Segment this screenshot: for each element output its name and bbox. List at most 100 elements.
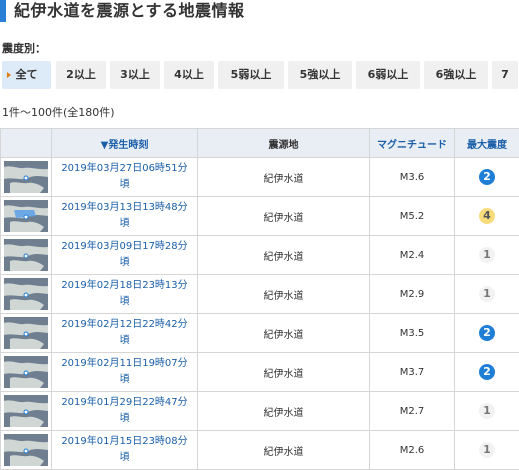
tab-label: 6強以上 [436, 68, 477, 81]
time-link[interactable]: 2019年02月11日19時07分頃 [61, 356, 189, 388]
magnitude-cell: M2.6 [370, 431, 455, 470]
intensity-badge: 1 [479, 442, 495, 458]
magnitude-cell: M3.6 [370, 158, 455, 197]
place-cell: 紀伊水道 [198, 236, 370, 275]
tab-2-plus[interactable]: 2以上 [56, 61, 106, 89]
intensity-filter-label: 震度別： [2, 40, 46, 56]
map-cell[interactable] [1, 158, 52, 197]
time-cell[interactable]: 2019年01月29日22時47分頃 [52, 392, 198, 431]
table-row[interactable]: 2019年01月29日22時47分頃 紀伊水道 M2.7 1 [1, 392, 519, 431]
magnitude-cell: M3.5 [370, 314, 455, 353]
tab-5-lower-plus[interactable]: 5弱以上 [218, 61, 284, 89]
epicenter-map-icon [4, 317, 48, 349]
table-header-row: ▼発生時刻 震源地 マグニチュード 最大震度 [1, 129, 519, 158]
time-cell[interactable]: 2019年02月11日19時07分頃 [52, 353, 198, 392]
tab-label: 5弱以上 [231, 68, 272, 81]
tab-6-lower-plus[interactable]: 6弱以上 [356, 61, 420, 89]
time-link[interactable]: 2019年03月09日17時28分頃 [61, 239, 189, 271]
time-column-header[interactable]: ▼発生時刻 [52, 129, 198, 158]
tab-3-plus[interactable]: 3以上 [110, 61, 160, 89]
intensity-cell: 1 [455, 275, 519, 314]
epicenter-map-icon [4, 161, 48, 193]
place-column-header: 震源地 [198, 129, 370, 158]
time-cell[interactable]: 2019年03月09日17時28分頃 [52, 236, 198, 275]
epicenter-map-icon [4, 200, 48, 232]
map-cell[interactable] [1, 236, 52, 275]
intensity-column-header[interactable]: 最大震度 [455, 129, 519, 158]
epicenter-map-icon [4, 278, 48, 310]
intensity-cell: 4 [455, 197, 519, 236]
map-cell[interactable] [1, 314, 52, 353]
intensity-cell: 2 [455, 158, 519, 197]
intensity-badge: 1 [479, 403, 495, 419]
place-cell: 紀伊水道 [198, 197, 370, 236]
intensity-cell: 1 [455, 392, 519, 431]
epicenter-map-icon [4, 395, 48, 427]
time-cell[interactable]: 2019年02月18日23時13分頃 [52, 275, 198, 314]
intensity-badge: 2 [479, 169, 495, 185]
place-cell: 紀伊水道 [198, 314, 370, 353]
place-cell: 紀伊水道 [198, 275, 370, 314]
magnitude-cell: M3.7 [370, 353, 455, 392]
intensity-badge: 1 [479, 247, 495, 263]
intensity-badge: 4 [479, 208, 495, 224]
epicenter-map-icon [4, 356, 48, 388]
intensity-badge: 2 [479, 364, 495, 380]
tab-all[interactable]: 全て [2, 61, 51, 89]
earthquake-table: ▼発生時刻 震源地 マグニチュード 最大震度 2019年03月27日06時51分… [0, 128, 519, 470]
table-row[interactable]: 2019年03月13日13時48分頃 紀伊水道 M5.2 4 [1, 197, 519, 236]
result-count: 1件～100件(全180件) [2, 104, 115, 120]
map-cell[interactable] [1, 431, 52, 470]
table-row[interactable]: 2019年02月18日23時13分頃 紀伊水道 M2.9 1 [1, 275, 519, 314]
tab-label: 6弱以上 [368, 68, 409, 81]
table-row[interactable]: 2019年02月12日22時42分頃 紀伊水道 M3.5 2 [1, 314, 519, 353]
time-link[interactable]: 2019年02月18日23時13分頃 [61, 278, 189, 310]
intensity-badge: 1 [479, 286, 495, 302]
page-title: 紀伊水道を震源とする地震情報 [14, 0, 245, 21]
table-row[interactable]: 2019年02月11日19時07分頃 紀伊水道 M3.7 2 [1, 353, 519, 392]
map-cell[interactable] [1, 392, 52, 431]
page-header: 紀伊水道を震源とする地震情報 [0, 0, 519, 22]
time-link[interactable]: 2019年01月15日23時08分頃 [61, 434, 189, 466]
tab-label: 全て [16, 68, 38, 81]
magnitude-cell: M2.7 [370, 392, 455, 431]
time-link[interactable]: 2019年03月13日13時48分頃 [61, 200, 189, 232]
place-cell: 紀伊水道 [198, 353, 370, 392]
map-column-header [1, 129, 52, 158]
time-cell[interactable]: 2019年02月12日22時42分頃 [52, 314, 198, 353]
title-accent-bar [0, 0, 6, 22]
tab-4-plus[interactable]: 4以上 [164, 61, 214, 89]
map-cell[interactable] [1, 275, 52, 314]
tab-label: 5強以上 [300, 68, 341, 81]
place-cell: 紀伊水道 [198, 431, 370, 470]
tab-5-upper-plus[interactable]: 5強以上 [288, 61, 352, 89]
time-cell[interactable]: 2019年03月13日13時48分頃 [52, 197, 198, 236]
table-row[interactable]: 2019年01月15日23時08分頃 紀伊水道 M2.6 1 [1, 431, 519, 470]
active-tab-marker-icon [7, 72, 11, 78]
time-link[interactable]: 2019年01月29日22時47分頃 [61, 395, 189, 427]
place-cell: 紀伊水道 [198, 392, 370, 431]
table-row[interactable]: 2019年03月09日17時28分頃 紀伊水道 M2.4 1 [1, 236, 519, 275]
magnitude-cell: M5.2 [370, 197, 455, 236]
magnitude-column-header[interactable]: マグニチュード [370, 129, 455, 158]
tab-label: 7 [501, 68, 509, 81]
magnitude-cell: M2.9 [370, 275, 455, 314]
map-cell[interactable] [1, 197, 52, 236]
magnitude-cell: M2.4 [370, 236, 455, 275]
intensity-cell: 1 [455, 431, 519, 470]
tab-6-upper-plus[interactable]: 6強以上 [424, 61, 488, 89]
time-link[interactable]: 2019年03月27日06時51分頃 [61, 161, 189, 193]
tab-label: 4以上 [174, 68, 204, 81]
epicenter-map-icon [4, 434, 48, 466]
table-row[interactable]: 2019年03月27日06時51分頃 紀伊水道 M3.6 2 [1, 158, 519, 197]
epicenter-map-icon [4, 239, 48, 271]
time-link[interactable]: 2019年02月12日22時42分頃 [61, 317, 189, 349]
tab-label: 3以上 [120, 68, 150, 81]
time-cell[interactable]: 2019年01月15日23時08分頃 [52, 431, 198, 470]
map-cell[interactable] [1, 353, 52, 392]
tab-label: 2以上 [66, 68, 96, 81]
intensity-cell: 1 [455, 236, 519, 275]
tab-7[interactable]: 7 [492, 61, 518, 89]
intensity-cell: 2 [455, 314, 519, 353]
time-cell[interactable]: 2019年03月27日06時51分頃 [52, 158, 198, 197]
